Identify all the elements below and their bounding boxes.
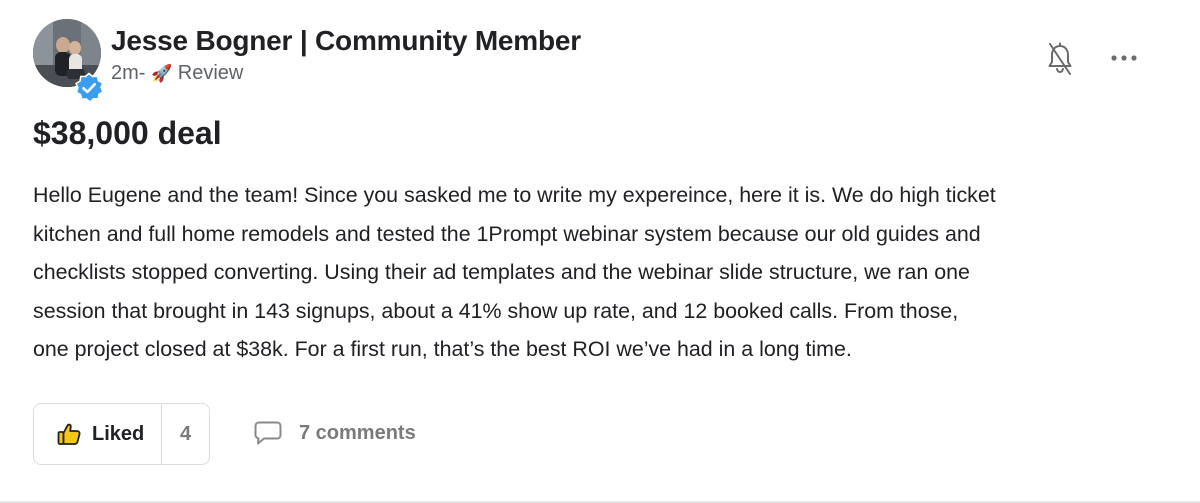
verified-badge-icon — [75, 72, 104, 103]
post-title: $38,000 deal — [33, 115, 222, 151]
post-body-line: kitchen and full home remodels and teste… — [33, 221, 981, 246]
author-name[interactable]: Jesse Bogner | Community Member — [111, 25, 581, 57]
more-horizontal-icon[interactable] — [1108, 50, 1140, 66]
post-body-line: one project closed at $38k. For a first … — [33, 337, 852, 361]
comments-label: 7 comments — [299, 421, 416, 444]
like-count[interactable]: 4 — [162, 423, 209, 446]
post-card: Jesse Bogner | Community Member 2m- 🚀 Re… — [0, 0, 1200, 503]
comments-button[interactable]: 7 comments — [253, 420, 416, 446]
thumbs-up-icon — [57, 423, 81, 445]
like-control: Liked 4 — [33, 403, 210, 465]
rocket-icon: 🚀 — [151, 64, 173, 83]
post-time: 2m- — [111, 62, 146, 84]
bell-off-icon[interactable] — [1044, 42, 1076, 76]
post-body: Hello Eugene and the team! Since you sas… — [33, 176, 1173, 369]
like-label: Liked — [92, 422, 145, 445]
post-body-line: checklists stopped converting. Using the… — [33, 260, 970, 284]
comment-bubble-icon — [254, 421, 282, 445]
post-meta: 2m- 🚀 Review — [111, 62, 243, 85]
like-button[interactable]: Liked — [34, 404, 162, 464]
post-category[interactable]: Review — [178, 62, 244, 84]
post-body-line: session that brought in 143 signups, abo… — [33, 298, 959, 323]
post-body-line: Hello Eugene and the team! Since you sas… — [33, 183, 996, 207]
